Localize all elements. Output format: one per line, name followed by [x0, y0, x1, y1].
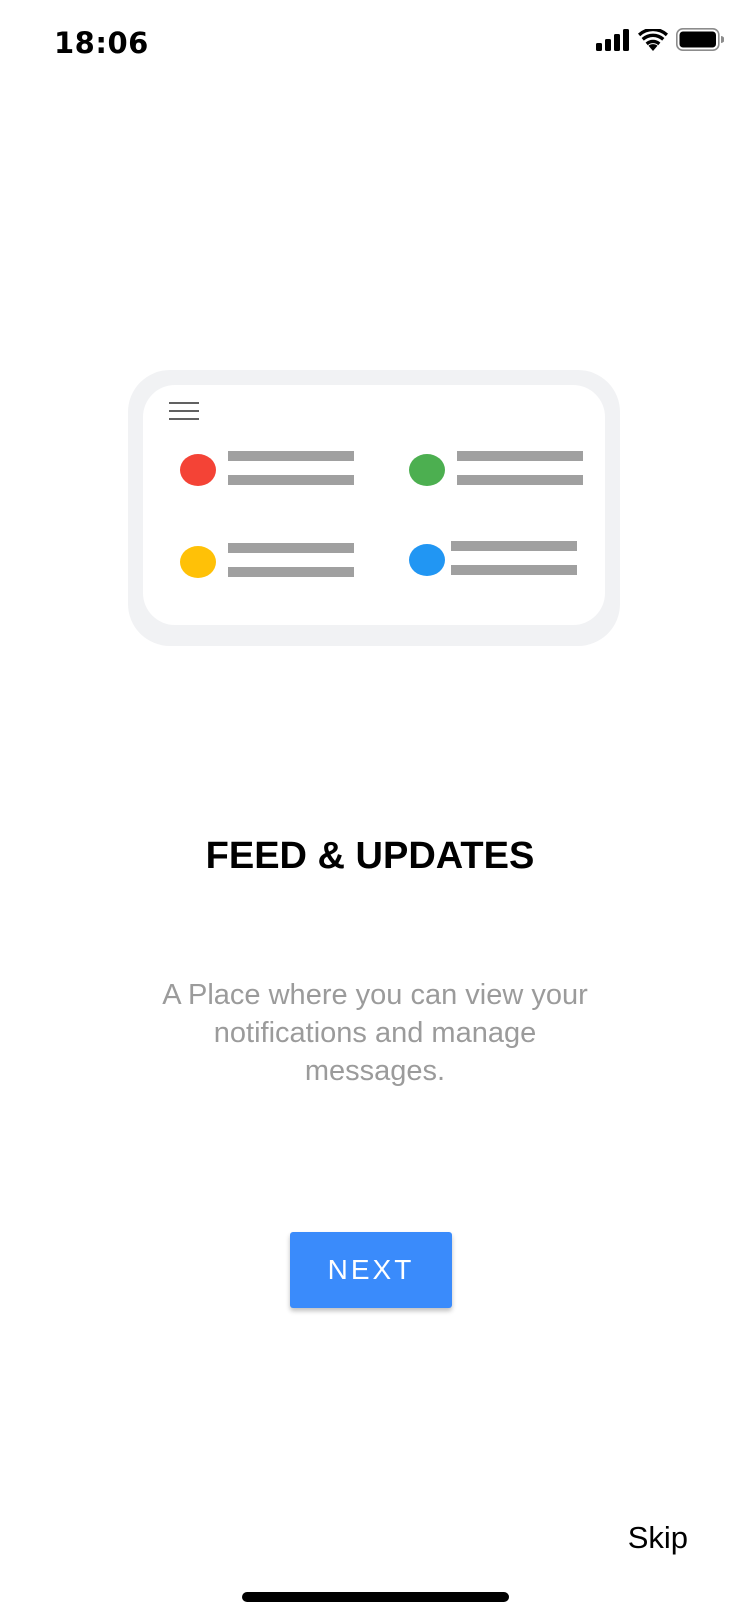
feed-item [180, 543, 380, 583]
illustration-card [143, 385, 605, 625]
red-dot-icon [180, 454, 216, 486]
text-line [228, 451, 354, 461]
page-description: A Place where you can view your notifica… [162, 979, 588, 1087]
hamburger-menu-icon [169, 401, 199, 426]
feed-item [409, 451, 609, 491]
page-title: FEED & UPDATES [205, 835, 535, 877]
feed-illustration [128, 370, 620, 646]
feed-item [180, 451, 380, 491]
text-line [451, 565, 577, 575]
status-bar: 18:06 [0, 0, 750, 88]
text-line [451, 541, 577, 551]
battery-icon [676, 28, 724, 51]
skip-link[interactable]: Skip [628, 1520, 688, 1556]
next-button[interactable]: NEXT [290, 1232, 452, 1308]
status-time: 18:06 [54, 26, 149, 60]
text-line [228, 567, 354, 577]
status-icons [596, 28, 724, 51]
feed-item [409, 541, 609, 581]
blue-dot-icon [409, 544, 445, 576]
home-indicator[interactable] [242, 1592, 509, 1602]
text-line [228, 543, 354, 553]
text-line [457, 451, 583, 461]
cellular-signal-icon [596, 28, 630, 51]
text-line [457, 475, 583, 485]
wifi-icon [638, 28, 668, 51]
text-line [228, 475, 354, 485]
yellow-dot-icon [180, 546, 216, 578]
green-dot-icon [409, 454, 445, 486]
